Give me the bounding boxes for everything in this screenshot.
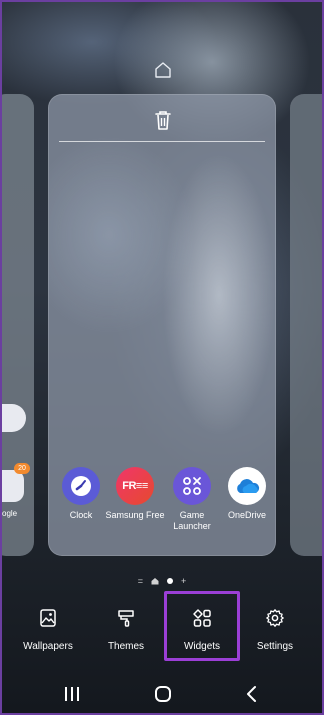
next-page-preview[interactable] <box>290 94 322 556</box>
settings-label: Settings <box>256 641 294 652</box>
notification-badge: 20 <box>14 463 30 474</box>
onedrive-icon <box>228 467 266 505</box>
app-row: Clock FR≡≡ Samsung Free Game Launcher On… <box>49 467 275 537</box>
app-samsung-free[interactable]: FR≡≡ Samsung Free <box>105 467 165 521</box>
home-indicator-icon[interactable] <box>151 577 159 585</box>
side-app-label: ogle <box>2 509 18 518</box>
settings-icon <box>266 609 284 627</box>
screen: 20 ogle Clock FR≡≡ Samsung Free Game Lau… <box>2 2 322 713</box>
themes-icon <box>118 610 134 627</box>
app-game-launcher[interactable]: Game Launcher <box>162 467 222 532</box>
widgets-highlight-box <box>164 591 240 661</box>
recents-icon[interactable] <box>60 684 84 704</box>
home-edit-toolbar: Wallpapers Themes Widgets Settings <box>2 592 322 662</box>
samsung-free-icon: FR≡≡ <box>116 467 154 505</box>
clock-icon <box>62 467 100 505</box>
app-clock[interactable]: Clock <box>51 467 111 521</box>
active-page-dot[interactable] <box>167 578 173 584</box>
app-label: Clock <box>69 510 93 520</box>
wallpapers-label: Wallpapers <box>23 641 73 652</box>
samsung-free-logo-text: FR≡≡ <box>122 480 148 492</box>
side-folder-icon <box>2 470 24 502</box>
card-divider <box>59 141 265 142</box>
trash-icon[interactable] <box>153 109 173 131</box>
settings-button[interactable]: Settings <box>239 592 311 662</box>
app-label: Game Launcher <box>173 510 211 531</box>
themes-button[interactable]: Themes <box>90 592 162 662</box>
page-list-indicator[interactable]: = <box>138 576 143 586</box>
wallpapers-button[interactable]: Wallpapers <box>12 592 84 662</box>
back-icon[interactable] <box>240 684 264 704</box>
home-page-icon[interactable] <box>153 60 173 80</box>
home-page-card[interactable]: Clock FR≡≡ Samsung Free Game Launcher On… <box>48 94 276 556</box>
wallpapers-icon <box>40 609 56 627</box>
page-indicators: = + <box>2 576 322 586</box>
navigation-bar <box>2 682 322 710</box>
app-onedrive[interactable]: OneDrive <box>217 467 277 521</box>
home-icon[interactable] <box>151 684 175 704</box>
app-label: Samsung Free <box>105 510 165 520</box>
app-label: OneDrive <box>227 510 266 520</box>
game-launcher-icon <box>173 467 211 505</box>
themes-label: Themes <box>107 641 145 652</box>
add-page-indicator[interactable]: + <box>181 576 186 586</box>
